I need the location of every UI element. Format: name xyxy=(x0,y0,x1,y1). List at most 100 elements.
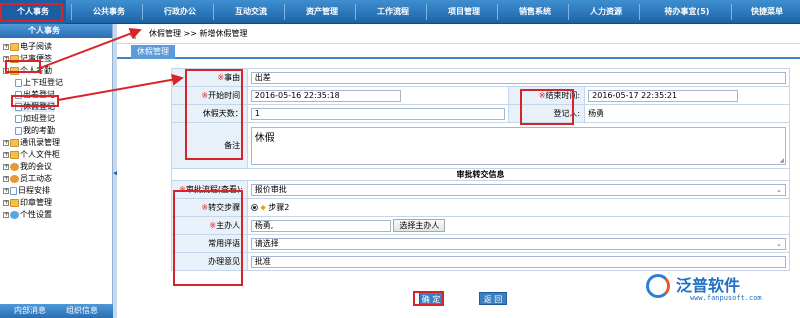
confirm-button[interactable]: 确 定 xyxy=(419,292,443,305)
reason-input[interactable]: 出差 xyxy=(250,71,786,84)
nav-divider xyxy=(426,4,427,20)
page-icon xyxy=(15,102,22,111)
nav-interaction[interactable]: 互动交流 xyxy=(218,0,284,24)
tree-item-overtime[interactable]: 加班登记 xyxy=(15,113,55,124)
step-value: 步骤2 xyxy=(268,203,290,212)
diamond-icon: ◆ xyxy=(260,203,266,212)
nav-sales[interactable]: 销售系统 xyxy=(502,0,568,24)
tree-item-seals[interactable]: + 印章管理 xyxy=(3,197,52,208)
org-info-link[interactable]: 组织信息 xyxy=(66,304,98,318)
folder-icon xyxy=(10,66,19,75)
start-time-input[interactable]: 2016-05-16 22:35:18 xyxy=(250,89,401,102)
tab-leave-management[interactable]: 休假管理 xyxy=(131,45,175,59)
tab-bar: 休假管理 xyxy=(117,45,800,59)
tree-item-preferences[interactable]: + 个性设置 xyxy=(3,209,52,220)
nav-divider xyxy=(639,4,640,20)
expand-icon[interactable]: + xyxy=(3,55,9,62)
reason-label: ※事由: xyxy=(171,68,248,87)
tree-item-label: 休假登记 xyxy=(23,102,55,111)
nav-todo[interactable]: 待办事宜(5) xyxy=(644,0,730,24)
sidebar-title: 个人事务 xyxy=(0,24,112,38)
expand-icon[interactable]: + xyxy=(3,151,9,158)
breadcrumb-separator: >> xyxy=(183,29,197,38)
flow-select[interactable]: 报价审批 ⌄ xyxy=(250,183,786,196)
top-navigation: 个人事务 公共事务 行政办公 互动交流 资产管理 工作流程 项目管理 销售系统 … xyxy=(0,0,800,24)
tree-item-label: 记事便签 xyxy=(20,54,52,63)
user-icon xyxy=(10,162,19,171)
step-label: ※转交步骤: xyxy=(171,198,248,217)
nav-projects[interactable]: 项目管理 xyxy=(431,0,497,24)
nav-divider xyxy=(568,4,569,20)
tree-item-schedule[interactable]: + 日程安排 xyxy=(3,185,50,196)
page-icon xyxy=(15,126,22,135)
remark-textarea[interactable]: 休假 ◢ xyxy=(250,126,786,165)
step-radio[interactable] xyxy=(250,204,258,211)
chevron-down-icon: ⌄ xyxy=(776,239,782,248)
tree-item-label: 日程安排 xyxy=(18,186,50,195)
select-handler-button[interactable]: 选择主办人 xyxy=(393,219,446,232)
expand-icon[interactable]: + xyxy=(3,43,9,50)
collapse-icon[interactable]: - xyxy=(3,67,9,74)
remark-label: 备注: xyxy=(171,122,248,169)
tree-item-label: 上下班登记 xyxy=(23,78,63,87)
tree-item-file-cabinet[interactable]: + 个人文件柜 xyxy=(3,149,60,160)
breadcrumb-root[interactable]: 休假管理 xyxy=(149,29,181,38)
tree-item-label: 我的考勤 xyxy=(23,126,55,135)
nav-shortcuts[interactable]: 快捷菜单 xyxy=(734,0,800,24)
handler-label: ※主办人: xyxy=(171,216,248,235)
tree-item-leave[interactable]: 休假登记 xyxy=(15,101,55,112)
tree-item-staff-news[interactable]: + 员工动态 xyxy=(3,173,52,184)
nav-hr[interactable]: 人力资源 xyxy=(573,0,639,24)
expand-icon[interactable]: + xyxy=(3,163,9,170)
tree-item-notes[interactable]: + 记事便签 xyxy=(3,53,52,64)
nav-personal-affairs[interactable]: 个人事务 xyxy=(0,0,66,24)
phrase-select[interactable]: 请选择 ⌄ xyxy=(250,237,786,250)
globe-icon xyxy=(10,210,19,219)
leave-form: ※事由: 出差 ※开始时间: 2016-05-16 22:35:18 ※结束时间… xyxy=(171,68,791,271)
chevron-down-icon: ⌄ xyxy=(776,185,782,194)
flow-label: ※审批流程(查看): xyxy=(171,180,248,199)
expand-icon[interactable]: + xyxy=(3,199,9,206)
internal-messages-link[interactable]: 内部消息 xyxy=(14,304,46,318)
nav-admin-office[interactable]: 行政办公 xyxy=(147,0,213,24)
opinion-input[interactable]: 批准 xyxy=(250,255,786,268)
tree-item-label: 个人文件柜 xyxy=(20,150,60,159)
tree-item-attendance[interactable]: - 个人考勤 xyxy=(3,65,52,76)
phrase-label: 常用评语: xyxy=(171,234,248,253)
page-icon xyxy=(15,90,22,99)
nav-public-affairs[interactable]: 公共事务 xyxy=(76,0,142,24)
nav-assets[interactable]: 资产管理 xyxy=(289,0,355,24)
back-button[interactable]: 返 回 xyxy=(479,292,507,305)
folder-icon xyxy=(10,42,19,51)
page-icon xyxy=(15,114,22,123)
tree-item-business-trip[interactable]: 出差登记 xyxy=(15,89,55,100)
registrar-value: 杨勇 xyxy=(588,109,605,118)
leave-days-input[interactable]: 1 xyxy=(250,107,506,120)
end-time-label: ※结束时间: xyxy=(508,86,586,105)
tree-item-label: 印章管理 xyxy=(20,198,52,207)
registrar-label: 登记人: xyxy=(508,104,586,123)
opinion-label: 办理意见: xyxy=(171,252,248,271)
breadcrumb-current: 新增休假管理 xyxy=(199,29,248,38)
tree-item-meetings[interactable]: + 我的会议 xyxy=(3,161,52,172)
tree-item-my-attendance[interactable]: 我的考勤 xyxy=(15,125,55,136)
tree-item-label: 个性设置 xyxy=(20,210,52,219)
tree-item-label: 员工动态 xyxy=(20,174,52,183)
tree-item-e-reading[interactable]: + 电子阅读 xyxy=(3,41,52,52)
folder-icon xyxy=(10,198,19,207)
nav-divider xyxy=(284,4,285,20)
brand-logo: 泛普软件 www.fanpusoft.com xyxy=(646,272,796,316)
expand-icon[interactable]: + xyxy=(3,175,9,182)
folder-icon xyxy=(10,54,19,63)
expand-icon[interactable]: + xyxy=(3,187,9,194)
expand-icon[interactable]: + xyxy=(3,211,9,218)
nav-divider xyxy=(213,4,214,20)
nav-workflow[interactable]: 工作流程 xyxy=(360,0,426,24)
tree-item-label: 个人考勤 xyxy=(20,66,52,75)
handler-input[interactable]: 杨勇, xyxy=(250,219,391,232)
logo-mark-icon xyxy=(646,274,670,298)
tree-item-clock-in[interactable]: 上下班登记 xyxy=(15,77,63,88)
expand-icon[interactable]: + xyxy=(3,139,9,146)
tree-item-contacts[interactable]: + 通讯录管理 xyxy=(3,137,60,148)
end-time-input[interactable]: 2016-05-17 22:35:21 xyxy=(588,89,739,102)
